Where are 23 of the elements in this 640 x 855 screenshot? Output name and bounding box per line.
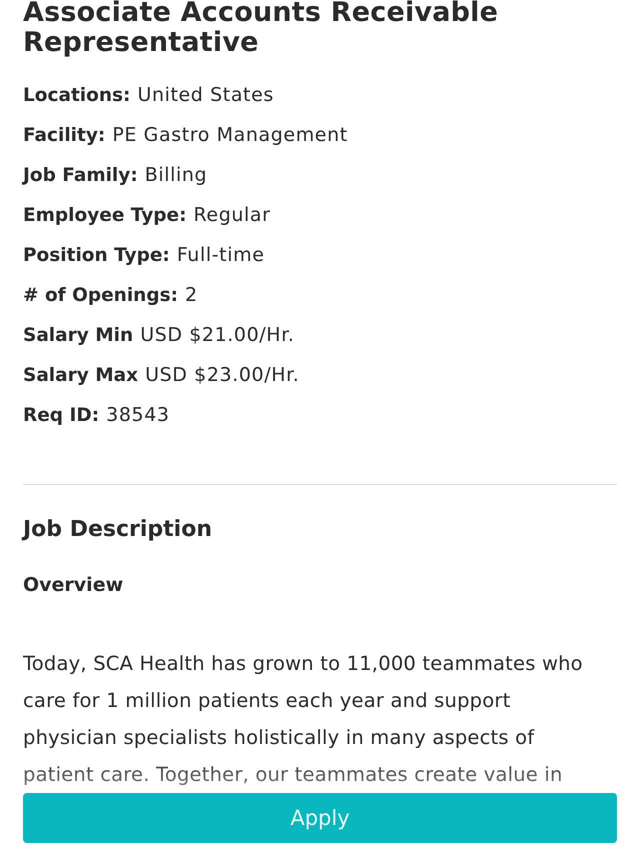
detail-label: Position Type:	[23, 244, 170, 266]
detail-value: Regular	[193, 204, 271, 226]
detail-value: PE Gastro Management	[112, 124, 348, 146]
detail-value: United States	[137, 84, 274, 106]
detail-label: Job Family:	[23, 164, 138, 186]
apply-button[interactable]: Apply	[23, 793, 617, 843]
detail-value: 2	[185, 284, 198, 306]
detail-label: Employee Type:	[23, 204, 186, 226]
section-heading: Job Description	[23, 516, 213, 544]
subsection-heading: Overview	[23, 573, 124, 598]
job-title: Associate Accounts Receivable Representative	[23, 0, 500, 58]
detail-value: Billing	[144, 164, 208, 186]
detail-label: Salary Min	[23, 324, 134, 346]
overview-paragraph: Today, SCA Health has grown to 11,000 teammates who care for 1 million patients each year and support physician specialists holistically in many aspects of patient care. Together, our teammates create value in	[23, 651, 584, 788]
detail-value: USD $23.00/Hr.	[145, 364, 300, 386]
detail-value: 38543	[106, 404, 170, 426]
detail-label: Locations:	[23, 84, 130, 106]
detail-label: Salary Max	[23, 364, 138, 386]
detail-value: USD $21.00/Hr.	[140, 324, 295, 346]
detail-value: Full-time	[176, 244, 264, 266]
detail-label: # of Openings:	[23, 284, 178, 306]
detail-label: Req ID:	[23, 404, 100, 426]
detail-label: Facility:	[23, 124, 106, 146]
